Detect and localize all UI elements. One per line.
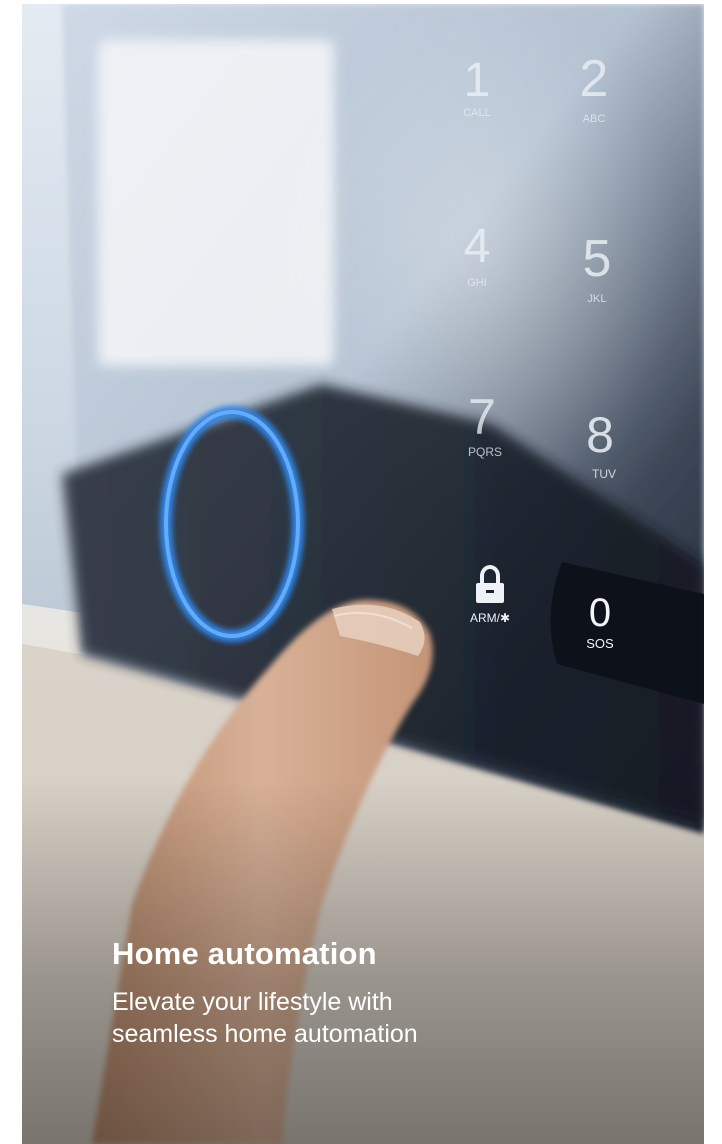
- key-5-digit: 5: [583, 230, 612, 288]
- key-8-letters: TUV: [592, 467, 616, 481]
- card-title: Home automation: [112, 936, 377, 971]
- key-4-digit: 4: [464, 220, 491, 273]
- key-1-letters: CALL: [463, 107, 491, 119]
- key-1-digit: 1: [464, 54, 491, 107]
- key-2-letters: ABC: [583, 113, 606, 125]
- key-4-letters: GHI: [467, 277, 487, 289]
- key-5-letters: JKL: [588, 293, 607, 305]
- key-7-letters: PQRS: [468, 445, 502, 459]
- arm-label: ARM/✱: [470, 611, 510, 625]
- card-subtitle-line-2: seamless home automation: [112, 1020, 418, 1048]
- card-subtitle-line-1: Elevate your lifestyle with: [112, 988, 393, 1016]
- key-0-letters: SOS: [586, 636, 614, 651]
- key-8-digit: 8: [586, 407, 614, 463]
- card-subtitle: Elevate your lifestyle with seamless hom…: [112, 986, 632, 1050]
- feature-card[interactable]: 1 CALL 2 ABC 4 GHI 5 JKL 7 PQRS 8 TUV 0 …: [22, 4, 704, 1144]
- card-caption: Home automation Elevate your lifestyle w…: [112, 934, 632, 1050]
- key-2-digit: 2: [580, 50, 609, 108]
- key-7-digit: 7: [468, 389, 496, 445]
- key-0-digit: 0: [589, 591, 611, 635]
